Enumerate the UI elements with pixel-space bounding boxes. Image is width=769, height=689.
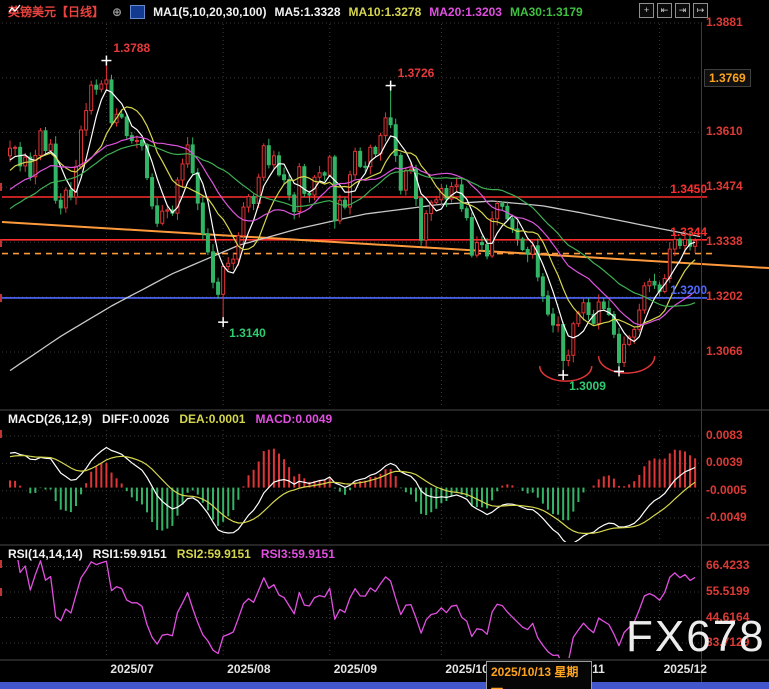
price-axis-label: 1.3202 — [706, 290, 743, 303]
price-axis-label: 1.3338 — [706, 235, 743, 248]
ma10-value: MA10:1.3278 — [349, 5, 422, 19]
chart-toolbar: +⇤⇥↦ — [639, 3, 708, 18]
hline-price-label: 1.3200 — [647, 284, 707, 297]
price-chart-canvas[interactable] — [0, 0, 769, 689]
x-axis-month-label: 2025/07 — [110, 663, 153, 676]
swing-low-label: 1.3140 — [229, 327, 266, 340]
ma30-value: MA30:1.3179 — [510, 5, 583, 19]
price-axis-label: 1.3066 — [706, 345, 743, 358]
symbol-title: 英镑美元【日线】 — [8, 3, 104, 20]
macd-axis-label: 0.0083 — [706, 429, 743, 442]
x-axis-month-label: 2025/10 — [445, 663, 488, 676]
chart-type-icon[interactable] — [130, 5, 145, 19]
rsi-axis-label: 55.5199 — [706, 585, 749, 598]
swing-low-label: 1.3009 — [569, 380, 606, 393]
x-axis-month-label: 2025/08 — [227, 663, 270, 676]
crosshair-date-tooltip: 2025/10/13 星期一 — [486, 661, 592, 689]
macd-dea-value: DEA:0.0001 — [179, 412, 245, 426]
ma5-value: MA5:1.3328 — [274, 5, 340, 19]
rsi-params-label: RSI(14,14,14) — [8, 547, 83, 561]
macd-params-label: MACD(26,12,9) — [8, 412, 92, 426]
price-axis-label: 1.3474 — [706, 180, 743, 193]
chart-header: 英镑美元【日线】 ⊕ MA1(5,10,20,30,100) MA5:1.332… — [8, 3, 583, 20]
rsi1-value: RSI1:59.9151 — [93, 547, 167, 561]
rsi3-value: RSI3:59.9151 — [261, 547, 335, 561]
magnify-icon[interactable]: ⊕ — [112, 5, 122, 19]
trading-chart-window: 英镑美元【日线】 ⊕ MA1(5,10,20,30,100) MA5:1.332… — [0, 0, 769, 689]
macd-axis-label: -0.0005 — [706, 484, 747, 497]
price-axis-label: 1.3881 — [706, 16, 743, 29]
rsi2-value: RSI2:59.9151 — [177, 547, 251, 561]
swing-high-label: 1.3726 — [398, 67, 435, 80]
swing-high-label: 1.3788 — [113, 42, 150, 55]
scale-expand-icon[interactable]: ⇥ — [675, 3, 690, 18]
x-axis-month-label: 2025/12 — [664, 663, 707, 676]
ma20-value: MA20:1.3203 — [429, 5, 502, 19]
macd-header: MACD(26,12,9) DIFF:0.0026 DEA:0.0001 MAC… — [8, 412, 332, 426]
ma-settings-label: MA1(5,10,20,30,100) — [153, 5, 266, 19]
hline-price-label: 1.3450 — [647, 183, 707, 196]
macd-diff-value: DIFF:0.0026 — [102, 412, 169, 426]
x-axis-month-label: 2025/09 — [334, 663, 377, 676]
last-price-axis-badge: 1.3769 — [704, 69, 751, 87]
hline-price-label: 1.3344 — [647, 226, 707, 239]
rsi-header: RSI(14,14,14) RSI1:59.9151 RSI2:59.9151 … — [8, 547, 335, 561]
macd-axis-label: 0.0039 — [706, 456, 743, 469]
crosshair-icon[interactable]: + — [639, 3, 654, 18]
rsi-axis-label: 66.4233 — [706, 559, 749, 572]
fx678-watermark: FX678 — [626, 612, 766, 662]
price-axis-label: 1.3610 — [706, 125, 743, 138]
bottom-scrollbar — [0, 682, 769, 689]
scale-compress-icon[interactable]: ⇤ — [657, 3, 672, 18]
macd-macd-value: MACD:0.0049 — [255, 412, 332, 426]
macd-axis-label: -0.0049 — [706, 511, 747, 524]
